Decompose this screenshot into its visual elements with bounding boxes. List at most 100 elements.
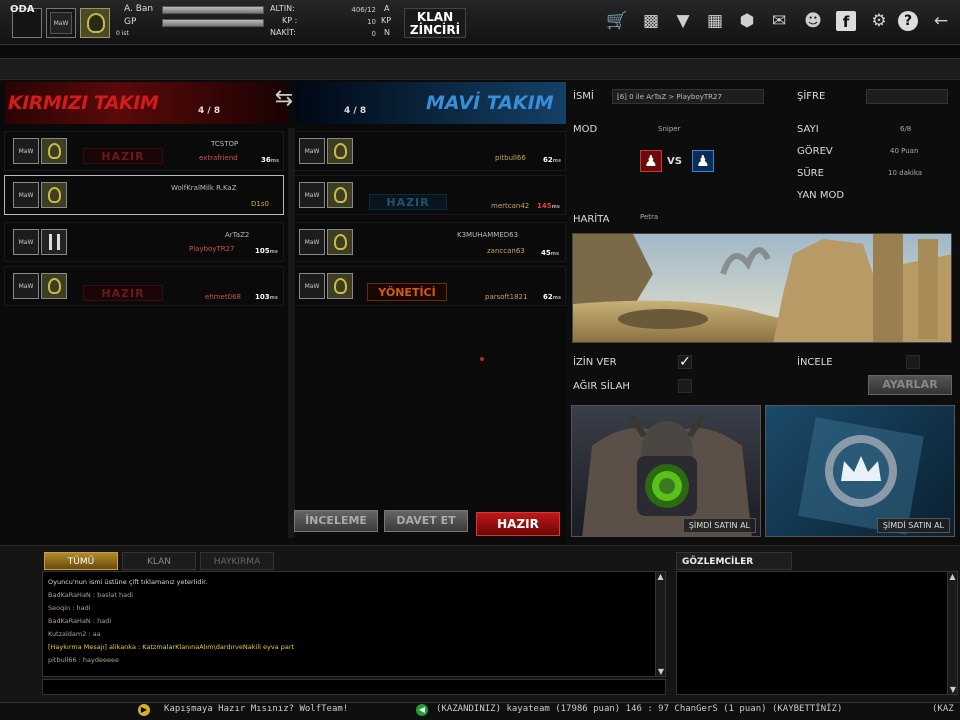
player-ping: 45ms: [541, 249, 559, 257]
cash-symbol: N: [384, 28, 390, 37]
friends-icon[interactable]: ☻: [802, 10, 824, 32]
red-team-title: KIRMIZI TAKIM: [8, 92, 159, 114]
ready-status: HAZIR: [369, 194, 447, 210]
player-ping: 145ms: [537, 202, 560, 210]
mode-value: Sniper: [658, 125, 681, 133]
room-label: ODA: [10, 4, 35, 15]
observers-title: GÖZLEMCİLER: [676, 552, 792, 570]
invite-button[interactable]: DAVET ET: [384, 510, 468, 532]
player-ping: 62ms: [543, 156, 561, 164]
red-player-slot[interactable]: MaW ArTaZ2 PlayboyTR27 105ms: [4, 222, 284, 262]
allow-checkbox[interactable]: ✓: [678, 355, 692, 369]
observers-scrollbar[interactable]: ▲ ▼: [947, 572, 957, 694]
werewolf-ad-banner[interactable]: ŞİMDİ SATIN AL: [571, 405, 761, 537]
gp-value: 0 ist: [116, 30, 129, 37]
blue-player-slot[interactable]: MaW pitbull66 62ms: [290, 131, 566, 171]
gear-icon[interactable]: ⚙: [868, 10, 890, 32]
ready-status: HAZIR: [83, 148, 163, 164]
red-player-slot[interactable]: MaW HAZIR TCSTOP extrafriend 36ms: [4, 131, 284, 171]
ready-status: HAZIR: [83, 285, 163, 301]
map-preview: [572, 233, 952, 343]
tab-clan[interactable]: KLAN: [122, 552, 196, 570]
room-name-label: İSMİ: [573, 91, 594, 102]
count-value: 6/8: [900, 125, 912, 133]
map-value: Petra: [640, 213, 659, 221]
player-name: K3MUHAMMED63: [457, 231, 519, 239]
rank-icon: [41, 229, 67, 255]
ticker-message: (KAZANDINIZ) kayateam (17986 puan) 146 :…: [436, 704, 843, 714]
swap-team-icon[interactable]: ⇆: [272, 86, 296, 112]
tab-all[interactable]: TÜMÜ: [44, 552, 118, 570]
book-icon[interactable]: ▦: [704, 10, 726, 32]
box-icon[interactable]: ⬢: [736, 10, 758, 32]
gold-symbol: A: [384, 4, 390, 13]
red-team-count: 4 / 8: [198, 106, 221, 116]
rank-icon: [327, 182, 353, 208]
blue-player-slot[interactable]: MaW K3MUHAMMED63 zanccan63 45ms: [290, 222, 566, 262]
time-value: 10 dakika: [888, 169, 923, 177]
player-ping: 103ms: [255, 293, 278, 301]
player-subname: ehmet068: [205, 293, 241, 301]
game-window: MaW A. Ban GP 0 ist ALTIN: 406/12 A KP :…: [0, 0, 960, 720]
crown-ad-banner[interactable]: ŞİMDİ SATIN AL: [765, 405, 955, 537]
gold-label: ALTIN:: [270, 4, 295, 13]
chat-input[interactable]: [42, 679, 666, 695]
blue-player-slot[interactable]: MaW HAZIR mertcan42 145ms: [290, 175, 566, 215]
blue-team-icon: ♟: [692, 150, 714, 172]
rank-icon: [80, 8, 110, 38]
briefcase-icon[interactable]: ▩: [640, 10, 662, 32]
blue-player-slot[interactable]: MaW YÖNETİCİ parsoft1821 62ms: [290, 266, 566, 306]
player-subname: PlayboyTR27: [189, 245, 235, 253]
back-arrow-icon[interactable]: ←: [930, 10, 952, 32]
player-subname: D1s0: [251, 200, 269, 208]
mission-label: GÖREV: [797, 146, 833, 157]
cash-label: NAKİT:: [270, 28, 296, 37]
ticker-message: (KAZ: [932, 704, 954, 714]
name-bar: [162, 6, 264, 14]
player-subname: extrafriend: [199, 154, 238, 162]
inspect-button[interactable]: İNCELEME: [294, 510, 378, 532]
clan-chain-button[interactable]: KLAN ZİNCİRİ: [404, 8, 466, 38]
mail-icon[interactable]: ✉: [768, 10, 790, 32]
wolf-icon[interactable]: ▼: [672, 10, 694, 32]
side-mode-label: YAN MOD: [797, 190, 845, 201]
player-subname: zanccan63: [487, 247, 525, 255]
red-player-slot-selected[interactable]: MaW WolfKralMilk R.KaZ D1s0: [4, 175, 284, 215]
chat-line: BadKaRaHaN : baslat hadi: [48, 591, 134, 599]
room-name-field[interactable]: [6] 0 ile ArTaZ > PlayboyTR27: [612, 89, 764, 104]
tab-shout[interactable]: HAYKIRMA: [200, 552, 274, 570]
red-team-icon: ♟: [640, 150, 662, 172]
inventory-slot[interactable]: MaW: [46, 8, 76, 38]
cart-icon[interactable]: 🛒: [606, 10, 628, 32]
red-player-slot[interactable]: MaW HAZIR ehmet068 103ms: [4, 266, 284, 306]
chat-scrollbar[interactable]: ▲ ▼: [655, 572, 665, 676]
rank-icon: [327, 273, 353, 299]
ready-button[interactable]: HAZIR: [476, 512, 560, 536]
buy-now-button[interactable]: ŞİMDİ SATIN AL: [682, 518, 756, 533]
chat-line: Kutzaldam2 : aa: [48, 630, 101, 638]
room-bar: [0, 58, 960, 80]
heavy-weapon-checkbox[interactable]: [678, 379, 692, 393]
facebook-icon[interactable]: f: [836, 11, 856, 31]
player-slot-label: MaW: [299, 273, 325, 299]
password-field[interactable]: [866, 89, 948, 104]
rank-icon: [41, 273, 67, 299]
inspect-checkbox[interactable]: [906, 355, 920, 369]
rank-icon: [327, 138, 353, 164]
player-slot-label: MaW: [13, 273, 39, 299]
versus-text: VS: [667, 156, 682, 167]
blue-team-title: MAVİ TAKIM: [426, 92, 554, 114]
kp-value: 10: [367, 18, 376, 26]
player-subname: mertcan42: [491, 202, 530, 210]
player-slot-label: MaW: [299, 138, 325, 164]
help-icon[interactable]: ?: [898, 11, 918, 31]
time-label: SÜRE: [797, 168, 824, 179]
buy-now-button[interactable]: ŞİMDİ SATIN AL: [876, 518, 950, 533]
chat-log: Oyuncu'nun ismi üstüne çift tıklamanız y…: [42, 571, 666, 677]
kp-label: KP :: [282, 16, 298, 25]
player-name: TCSTOP: [211, 140, 239, 148]
gp-label: GP: [124, 17, 137, 27]
settings-button[interactable]: AYARLAR: [868, 375, 952, 395]
player-name: WolfKralMilk R.KaZ: [171, 184, 237, 192]
player-ping: 36ms: [261, 156, 279, 164]
